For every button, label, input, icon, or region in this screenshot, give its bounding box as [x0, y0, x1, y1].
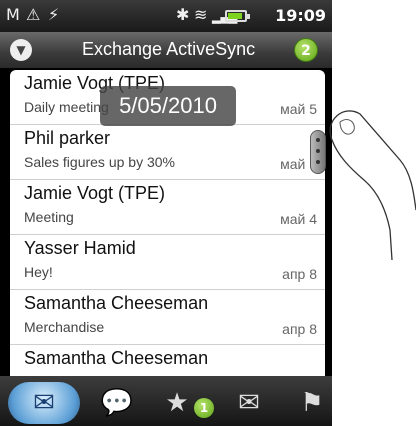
- list-item[interactable]: Yasser Hamid Hey! апр 8: [10, 235, 325, 290]
- finger-illustration: [329, 110, 416, 260]
- list-item[interactable]: Phil parker Sales figures up by 30% май …: [10, 125, 325, 180]
- gmail-icon: M: [6, 5, 20, 24]
- sender-name: Jamie Vogt (TPE): [24, 183, 166, 203]
- tab-unread[interactable]: ✉: [222, 382, 276, 424]
- star-envelope-icon: ★: [165, 388, 189, 418]
- message-subject: Merchandise: [24, 319, 105, 335]
- envelope-icon: ✉: [238, 388, 260, 418]
- bluetooth-icon: ✱: [176, 5, 190, 24]
- flag-icon: ⚑: [300, 388, 324, 418]
- message-date: май 5: [280, 101, 317, 117]
- date-scroll-indicator: 5/05/2010: [100, 86, 236, 126]
- usb-icon: ⚡: [48, 5, 60, 24]
- message-subject: Meeting: [24, 209, 74, 225]
- tab-flagged[interactable]: ⚑: [292, 382, 332, 424]
- sender-name: Phil parker: [24, 128, 111, 148]
- message-date: апр 8: [282, 321, 317, 337]
- favorites-count-badge: 1: [194, 398, 214, 418]
- account-title: Exchange ActiveSync: [82, 39, 256, 59]
- list-item[interactable]: Samantha Cheeseman Merchandise апр 8: [10, 290, 325, 345]
- list-item[interactable]: Jamie Vogt (TPE) Meeting май 4: [10, 180, 325, 235]
- tab-conversations[interactable]: 💬: [90, 382, 144, 424]
- message-subject: Daily meeting: [24, 99, 109, 115]
- inbox-icon: ✉: [33, 388, 55, 418]
- folder-dropdown-icon[interactable]: ▼: [10, 39, 32, 61]
- sender-name: Yasser Hamid: [24, 238, 136, 258]
- phone-screen: M ⚠ ⚡ ✱ ≋ ▂▄▆ 19:09 ▼ Exchange ActiveSyn…: [0, 0, 332, 426]
- message-date: апр 8: [282, 266, 317, 282]
- chat-icon: 💬: [100, 388, 134, 418]
- sender-name: Samantha Cheeseman: [24, 348, 209, 368]
- unread-count-badge: 2: [294, 38, 318, 62]
- warning-icon: ⚠: [26, 5, 41, 24]
- message-date: май 4: [280, 211, 317, 227]
- sender-name: Samantha Cheeseman: [24, 293, 209, 313]
- message-subject: Sales figures up by 30%: [24, 154, 175, 170]
- status-bar: M ⚠ ⚡ ✱ ≋ ▂▄▆ 19:09: [0, 0, 332, 32]
- title-bar: ▼ Exchange ActiveSync 2: [0, 32, 332, 68]
- tab-inbox[interactable]: ✉: [8, 382, 80, 424]
- tab-bar: ✉ 💬 ★ ✉ ⚑: [0, 376, 332, 426]
- clock: 19:09: [275, 6, 326, 25]
- battery-icon: [225, 10, 250, 22]
- list-item[interactable]: Samantha Cheeseman: [10, 345, 325, 376]
- wifi-icon: ≋: [194, 5, 208, 24]
- message-subject: Hey!: [24, 264, 53, 280]
